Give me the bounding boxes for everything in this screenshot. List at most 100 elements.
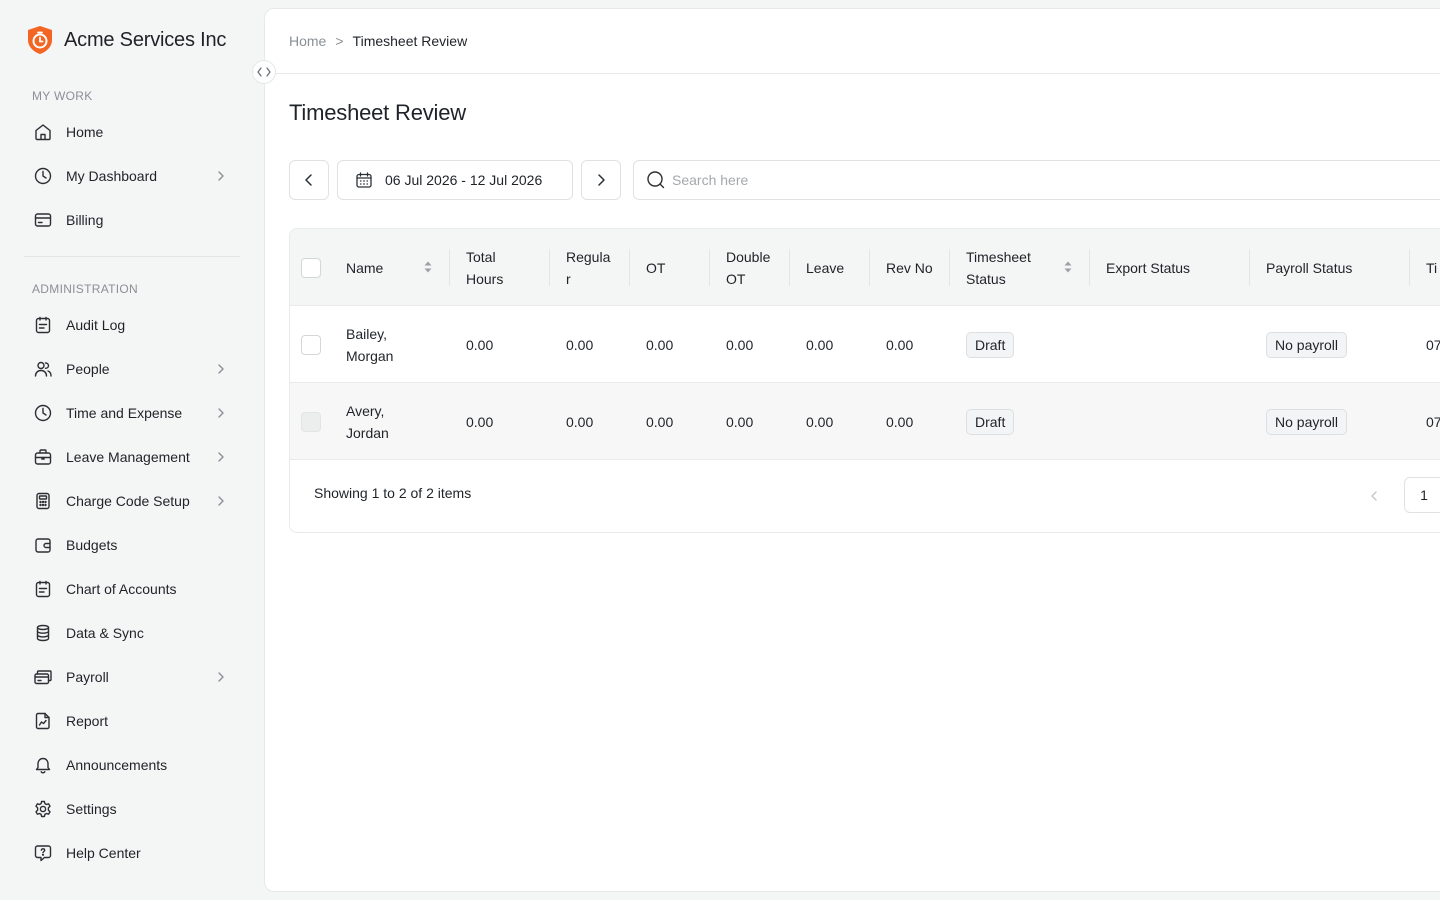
sidebar-item-help-center[interactable]: Help Center: [24, 835, 240, 871]
pagination-page-button[interactable]: 1: [1404, 477, 1440, 513]
row-select-cell: [301, 383, 321, 460]
column-header-double-ot: Double OT: [726, 248, 771, 287]
sidebar-item-settings[interactable]: Settings: [24, 791, 240, 827]
sidebar-item-label: People: [66, 361, 110, 377]
clock-icon: [33, 403, 53, 423]
column-separator: [789, 249, 790, 286]
users-icon: [33, 359, 53, 379]
sidebar-item-report[interactable]: Report: [24, 703, 240, 739]
chevron-right-icon: [218, 496, 224, 506]
breadcrumb-current: Timesheet Review: [352, 33, 468, 49]
column-separator: [629, 249, 630, 286]
pagination-summary: Showing 1 to 2 of 2 items: [314, 485, 472, 501]
chevron-right-icon: [218, 672, 224, 682]
cell-name[interactable]: Avery, Jordan: [346, 383, 406, 460]
sidebar-item-charge-code-setup[interactable]: Charge Code Setup: [24, 483, 240, 519]
clipboard-icon: [33, 315, 53, 335]
bell-icon: [33, 755, 53, 775]
section-title-administration: ADMINISTRATION: [32, 282, 138, 296]
sidebar-item-label: Data & Sync: [66, 625, 144, 641]
wallet-icon: [33, 535, 53, 555]
report-icon: [33, 711, 53, 731]
clipboard-list-icon: [33, 579, 53, 599]
status-badge: Draft: [966, 408, 1015, 435]
sidebar-item-leave-management[interactable]: Leave Management: [24, 439, 240, 475]
cell-double-ot: 0.00: [726, 413, 754, 430]
column-header-export-status: Export Status: [1106, 259, 1191, 276]
column-header-leave: Leave: [806, 259, 845, 276]
sidebar-item-label: Settings: [66, 801, 117, 817]
cell-rev-no: 0.00: [886, 336, 914, 353]
cell-name[interactable]: Bailey, Morgan: [346, 306, 406, 383]
column-separator: [1089, 249, 1090, 286]
status-badge: Draft: [966, 331, 1015, 358]
cell-regular: 0.00: [566, 413, 594, 430]
sidebar-item-label: Billing: [66, 212, 104, 228]
sort-icon[interactable]: [423, 259, 433, 275]
page-title: Timesheet Review: [289, 100, 466, 125]
chevron-right-icon: [218, 452, 224, 462]
sidebar-item-label: Time and Expense: [66, 405, 183, 421]
chevron-right-icon: [218, 171, 224, 181]
column-header-total-hours: Total Hours: [466, 248, 504, 287]
sidebar-item-audit-log[interactable]: Audit Log: [24, 307, 240, 343]
column-separator: [449, 249, 450, 286]
column-header-payroll-status: Payroll Status: [1266, 259, 1353, 276]
gear-icon: [33, 799, 53, 819]
next-week-button[interactable]: [581, 160, 621, 200]
cell-timesheet-status: Draft: [966, 383, 1015, 460]
sidebar-item-data-and-sync[interactable]: Data & Sync: [24, 615, 240, 651]
select-all-cell: [301, 229, 321, 306]
sidebar-item-budgets[interactable]: Budgets: [24, 527, 240, 563]
table-row[interactable]: Bailey, Morgan 0.00 0.00 0.00 0.00 0.00 …: [290, 306, 1440, 383]
cell-double-ot: 0.00: [726, 336, 754, 353]
section-title-my-work: MY WORK: [32, 89, 93, 103]
breadcrumb-home-link[interactable]: Home: [289, 33, 326, 49]
chevron-right-icon: [218, 408, 224, 418]
code-arrows-icon: [257, 67, 271, 77]
briefcase-icon: [33, 447, 53, 467]
sort-icon[interactable]: [1063, 259, 1073, 275]
date-range-picker[interactable]: 06 Jul 2026 - 12 Jul 2026: [337, 160, 573, 200]
sidebar-item-billing[interactable]: Billing: [24, 202, 240, 238]
sidebar-item-people[interactable]: People: [24, 351, 240, 387]
breadcrumb-separator: >: [335, 33, 344, 49]
payroll-status-badge: No payroll: [1266, 331, 1348, 358]
previous-week-button[interactable]: [289, 160, 329, 200]
cell-time: 07: [1426, 413, 1440, 430]
home-icon: [33, 122, 53, 142]
sidebar-item-label: Report: [66, 713, 109, 729]
brand[interactable]: Acme Services Inc: [26, 25, 226, 55]
column-header-time: Ti: [1426, 259, 1438, 276]
sidebar-item-payroll[interactable]: Payroll: [24, 659, 240, 695]
row-checkbox[interactable]: [301, 334, 321, 355]
row-select-cell: [301, 306, 321, 383]
column-header-timesheet-status[interactable]: Timesheet Status: [966, 229, 1054, 306]
pagination-prev-icon[interactable]: [1366, 488, 1382, 504]
sidebar-item-home[interactable]: Home: [24, 114, 240, 150]
chevron-right-icon: [218, 364, 224, 374]
sidebar: Acme Services Inc MY WORK Home My Dashbo…: [0, 0, 276, 900]
cell-rev-no: 0.00: [886, 413, 914, 430]
sidebar-item-label: Payroll: [66, 669, 109, 685]
breadcrumb: Home > Timesheet Review: [289, 33, 467, 49]
brand-name: Acme Services Inc: [64, 28, 227, 51]
sidebar-collapse-button[interactable]: [252, 60, 276, 84]
sidebar-item-label: My Dashboard: [66, 168, 158, 184]
table-row[interactable]: Avery, Jordan 0.00 0.00 0.00 0.00 0.00 0…: [290, 383, 1440, 460]
column-separator: [549, 249, 550, 286]
sidebar-item-announcements[interactable]: Announcements: [24, 747, 240, 783]
column-header-regular: Regular: [566, 248, 611, 287]
sidebar-item-my-dashboard[interactable]: My Dashboard: [24, 158, 240, 194]
sidebar-item-chart-of-accounts[interactable]: Chart of Accounts: [24, 571, 240, 607]
search-input[interactable]: [672, 172, 1372, 188]
payroll-icon: [33, 667, 53, 687]
search-box: [633, 160, 1440, 200]
timesheet-table: Name Total Hours Regular OT Double OT Le…: [289, 228, 1440, 533]
select-all-checkbox[interactable]: [301, 257, 321, 278]
table-header: Name Total Hours Regular OT Double OT Le…: [290, 229, 1440, 306]
column-separator: [709, 249, 710, 286]
calculator-icon: [33, 491, 53, 511]
cell-leave: 0.00: [806, 336, 834, 353]
sidebar-item-time-and-expense[interactable]: Time and Expense: [24, 395, 240, 431]
